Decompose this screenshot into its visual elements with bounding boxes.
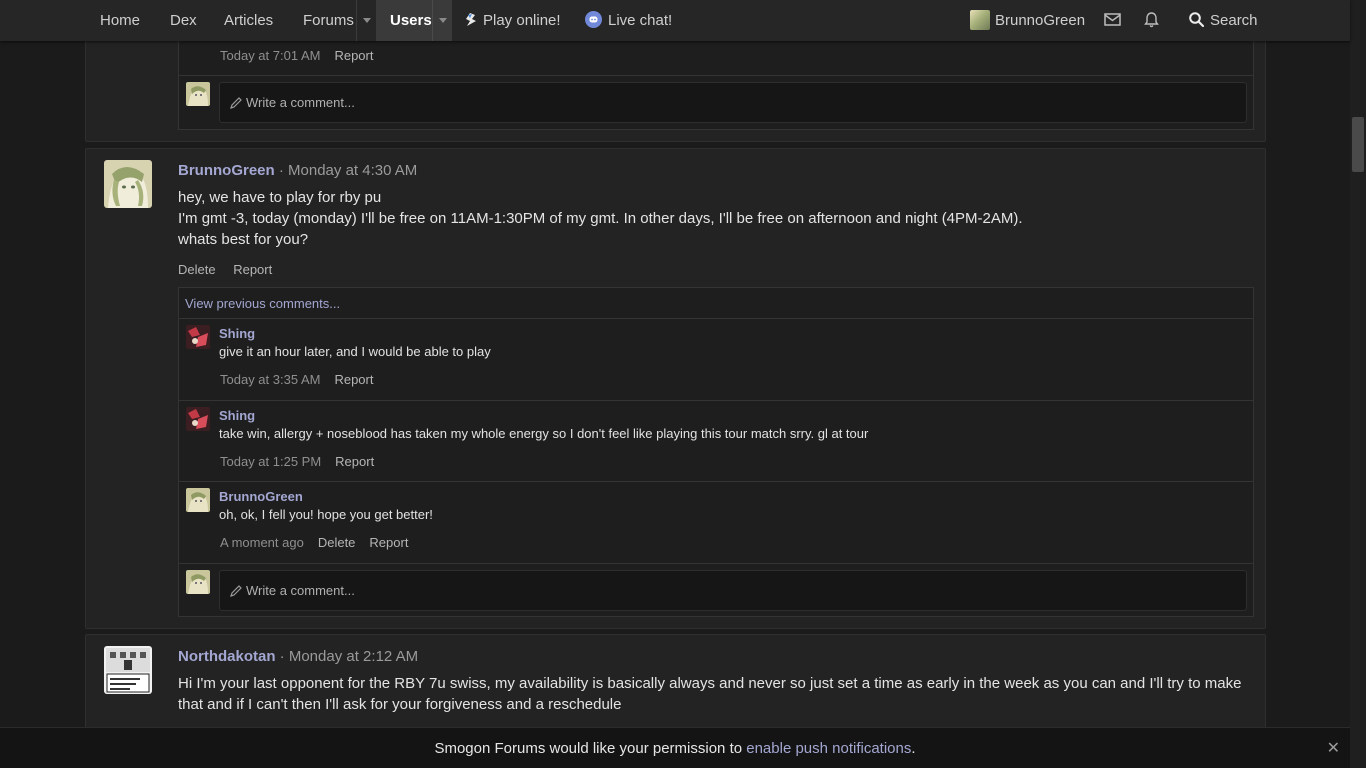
nav-live-chat-label: Live chat! (608, 12, 673, 29)
comment-meta: Today at 3:35 AM Report (220, 372, 373, 387)
nav-articles[interactable]: Articles (224, 0, 273, 41)
comment-meta: Today at 7:01 AM Report (220, 48, 373, 63)
users-dropdown-toggle[interactable] (432, 0, 452, 41)
comment-text: give it an hour later, and I would be ab… (219, 344, 491, 359)
avatar (970, 9, 990, 30)
nav-play-online[interactable]: Play online! (464, 0, 561, 41)
scrollbar-thumb[interactable] (1352, 117, 1364, 172)
push-notification-banner: Smogon Forums would like your permission… (0, 727, 1350, 768)
comment-list: Today at 7:01 AM Report Write a comment..… (178, 30, 1254, 130)
account-menu[interactable]: BrunnoGreen (970, 0, 1085, 41)
nav-forums[interactable]: Forums (303, 0, 354, 41)
post-timestamp[interactable]: Monday at 4:30 AM (288, 162, 417, 179)
comment-compose-row: Write a comment... (179, 564, 1253, 618)
comment-author[interactable]: Shing (219, 326, 255, 341)
comment-row: BrunnoGreen oh, ok, I fell you! hope you… (179, 482, 1253, 564)
comment-row: Shing take win, allergy + noseblood has … (179, 401, 1253, 482)
previous-post: Today at 7:01 AM Report Write a comment..… (85, 30, 1266, 142)
scrollbar-track[interactable] (1350, 0, 1366, 768)
discord-icon (585, 10, 602, 28)
avatar (186, 570, 210, 594)
report-link[interactable]: Report (334, 48, 373, 63)
delete-link[interactable]: Delete (178, 262, 216, 277)
write-comment-placeholder: Write a comment... (246, 583, 355, 598)
avatar[interactable] (104, 646, 152, 694)
envelope-icon (1104, 13, 1121, 26)
showdown-icon (466, 12, 476, 26)
comment-timestamp[interactable]: Today at 7:01 AM (220, 48, 320, 63)
avatar[interactable] (104, 160, 152, 208)
avatar[interactable] (186, 407, 210, 431)
comment-text: take win, allergy + noseblood has taken … (219, 426, 869, 441)
write-comment-input[interactable]: Write a comment... (219, 82, 1247, 123)
comment-meta: Today at 1:25 PM Report (220, 454, 374, 469)
avatar[interactable] (186, 488, 210, 512)
pencil-icon (230, 585, 242, 597)
close-icon[interactable]: ✕ (1327, 728, 1340, 768)
nav-users-tab[interactable]: Users (376, 0, 452, 41)
chevron-down-icon (438, 18, 447, 23)
nav-users: Users (390, 12, 432, 29)
bell-icon (1144, 11, 1159, 27)
nav-live-chat[interactable]: Live chat! (585, 0, 672, 41)
avatar (186, 82, 210, 106)
view-previous-comments-link[interactable]: View previous comments... (179, 288, 1253, 319)
top-navigation: Home Dex Articles Forums Users Play onli… (0, 0, 1350, 41)
delete-link[interactable]: Delete (318, 535, 356, 550)
pencil-icon (230, 97, 242, 109)
account-username: BrunnoGreen (995, 12, 1086, 29)
nav-play-online-label: Play online! (483, 12, 561, 29)
post-header: BrunnoGreen · Monday at 4:30 AM (178, 162, 417, 179)
post-author[interactable]: BrunnoGreen (178, 162, 275, 179)
post-line: whats best for you? (178, 231, 309, 248)
enable-push-notifications-link[interactable]: enable push notifications (746, 740, 911, 757)
nav-home[interactable]: Home (100, 0, 140, 41)
post-actions: Delete Report (178, 262, 286, 277)
profile-post: BrunnoGreen · Monday at 4:30 AM hey, we … (85, 148, 1266, 629)
post-line: hey, we have to play for rby pu (178, 189, 382, 206)
comment-row: Shing give it an hour later, and I would… (179, 319, 1253, 401)
post-body: hey, we have to play for rby pu I'm gmt … (178, 187, 1023, 250)
post-line: Hi I'm your last opponent for the RBY 7u… (178, 675, 1242, 692)
inbox-button[interactable] (1104, 0, 1121, 41)
comment-text: oh, ok, I fell you! hope you get better! (219, 507, 433, 522)
comment-timestamp[interactable]: Today at 1:25 PM (220, 454, 321, 469)
comment-timestamp[interactable]: A moment ago (220, 535, 304, 550)
write-comment-input[interactable]: Write a comment... (219, 570, 1247, 611)
forums-dropdown-toggle[interactable] (356, 0, 376, 41)
search-icon (1189, 11, 1204, 27)
comment-timestamp[interactable]: Today at 3:35 AM (220, 372, 320, 387)
post-body: Hi I'm your last opponent for the RBY 7u… (178, 673, 1242, 715)
comment-meta: A moment ago Delete Report (220, 535, 408, 550)
comment-compose-row: Write a comment... (179, 76, 1253, 130)
report-link[interactable]: Report (233, 262, 272, 277)
comment-list: View previous comments... Shing give it … (178, 287, 1254, 617)
search-button[interactable]: Search (1189, 0, 1258, 41)
post-author[interactable]: Northdakotan (178, 648, 276, 665)
post-line: that and if I can't then I'll ask for yo… (178, 696, 622, 713)
report-link[interactable]: Report (335, 454, 374, 469)
search-label: Search (1210, 12, 1258, 29)
post-line: I'm gmt -3, today (monday) I'll be free … (178, 210, 1023, 227)
chevron-down-icon (362, 18, 371, 23)
avatar[interactable] (186, 325, 210, 349)
comment-author[interactable]: Shing (219, 408, 255, 423)
nav-dex[interactable]: Dex (170, 0, 197, 41)
write-comment-placeholder: Write a comment... (246, 95, 355, 110)
push-notice-text: Smogon Forums would like your permission… (434, 740, 747, 757)
comment-author[interactable]: BrunnoGreen (219, 489, 303, 504)
post-header: Northdakotan · Monday at 2:12 AM (178, 648, 418, 665)
post-timestamp[interactable]: Monday at 2:12 AM (289, 648, 418, 665)
report-link[interactable]: Report (369, 535, 408, 550)
alerts-button[interactable] (1144, 0, 1159, 41)
separator: · (278, 162, 284, 179)
push-notice-period: . (911, 740, 916, 757)
separator: · (279, 648, 285, 665)
report-link[interactable]: Report (334, 372, 373, 387)
